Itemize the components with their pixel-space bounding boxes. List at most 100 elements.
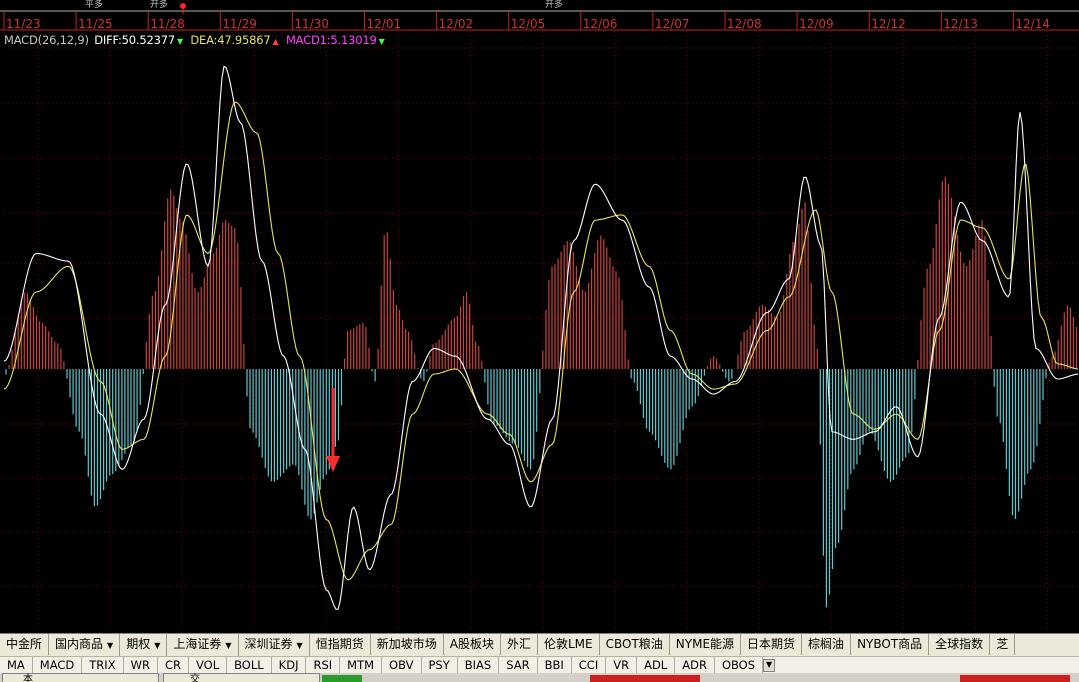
market-tab-16[interactable]: 芝 <box>990 634 1016 655</box>
date-label: 12/02 <box>439 17 474 31</box>
indicator-tab-macd[interactable]: MACD <box>33 657 83 673</box>
indicator-tab-rsi[interactable]: RSI <box>306 657 341 673</box>
date-label: 11/25 <box>78 17 113 31</box>
status-indicator-green <box>322 675 362 682</box>
dropdown-arrow-icon: ▼ <box>154 641 161 650</box>
date-label: 12/14 <box>1015 17 1050 31</box>
indicator-tab-cci[interactable]: CCI <box>572 657 607 673</box>
market-tab-5[interactable]: 恒指期货 <box>310 634 371 655</box>
date-label: 12/05 <box>511 17 546 31</box>
macd-chart-panel[interactable]: 11/23 11/25 11/28 11/29 11/30 12/01 12/02 12/05… <box>0 0 1079 633</box>
indicator-tab-vol[interactable]: VOL <box>189 657 228 673</box>
market-tab-label: NYBOT商品 <box>857 637 923 651</box>
legend-dea-value: DEA:47.95867 <box>190 33 271 47</box>
market-tab-13[interactable]: 棕榈油 <box>802 634 852 655</box>
market-tab-10[interactable]: CBOT粮油 <box>600 634 670 655</box>
market-tab-label: 恒指期货 <box>315 637 364 651</box>
date-label: 11/23 <box>6 17 41 31</box>
market-tab-12[interactable]: 日本期货 <box>741 634 803 655</box>
indicator-tab-sar[interactable]: SAR <box>499 657 538 673</box>
trade-annotation: 开多 <box>545 0 563 10</box>
legend-indicator-name: MACD(26,12,9) <box>4 33 89 47</box>
market-tab-label: 上海证券 <box>173 637 222 651</box>
market-tab-label: 中金所 <box>6 637 43 651</box>
market-tab-15[interactable]: 全球指数 <box>929 634 991 655</box>
indicator-tab-obv[interactable]: OBV <box>382 657 422 673</box>
date-label: 12/08 <box>727 17 762 31</box>
legend-macd-value: MACD1:5.13019 <box>285 33 377 47</box>
legend-macd: MACD1:5.13019 ▼ <box>286 33 387 47</box>
market-tab-label: CBOT粮油 <box>605 637 663 651</box>
trade-annotation: 平多 <box>85 0 103 10</box>
task-window-1-label: 本 <box>23 674 33 682</box>
status-indicator-red-1 <box>590 675 700 682</box>
date-label: 12/07 <box>655 17 690 31</box>
dropdown-arrow-icon: ▼ <box>296 641 303 650</box>
date-label: 11/29 <box>222 17 257 31</box>
market-tab-label: 外汇 <box>506 637 531 651</box>
indicator-tab-vr[interactable]: VR <box>606 657 638 673</box>
market-tab-label: 国内商品 <box>55 637 104 651</box>
date-label: 12/06 <box>583 17 618 31</box>
market-tab-4[interactable]: 深圳证券 ▼ <box>239 634 310 656</box>
market-tab-label: 日本期货 <box>747 637 796 651</box>
task-window-2[interactable]: 交 <box>163 673 320 682</box>
legend-diff: DIFF:50.52377 ▼ <box>94 33 185 47</box>
dropdown-arrow-icon: ▼ <box>107 641 114 650</box>
market-tab-9[interactable]: 伦敦LME <box>538 634 600 655</box>
indicator-tab-adr[interactable]: ADR <box>675 657 715 673</box>
indicator-tab-mtm[interactable]: MTM <box>340 657 383 673</box>
tab-scroll-down-icon[interactable]: ▼ <box>763 659 776 672</box>
macd-chart[interactable]: 11/23 11/25 11/28 11/29 11/30 12/01 12/02 12/05… <box>0 0 1079 633</box>
market-tab-7[interactable]: A股板块 <box>444 634 501 655</box>
macd-legend: MACD(26,12,9) DIFF:50.52377 ▼ DEA:47.9586… <box>4 33 389 47</box>
market-tab-label: NYME能源 <box>675 637 735 651</box>
indicator-tab-boll[interactable]: BOLL <box>227 657 272 673</box>
taskbar: 本 交 <box>0 673 1079 682</box>
task-window-1[interactable]: 本 <box>2 673 159 682</box>
date-label: 12/01 <box>367 17 402 31</box>
market-tab-label: 棕榈油 <box>808 637 845 651</box>
market-tab-label: A股板块 <box>449 637 494 651</box>
market-tab-8[interactable]: 外汇 <box>501 634 538 655</box>
date-label: 12/09 <box>799 17 834 31</box>
date-label: 12/13 <box>943 17 978 31</box>
market-tab-label: 期权 <box>126 637 151 651</box>
market-tab-label: 深圳证券 <box>244 637 293 651</box>
date-label: 11/28 <box>150 17 185 31</box>
indicator-tab-wr[interactable]: WR <box>124 657 158 673</box>
indicator-tab-cr[interactable]: CR <box>158 657 189 673</box>
market-tab-label: 伦敦LME <box>543 637 593 651</box>
market-tab-bar: 中金所 国内商品 ▼ 期权 ▼ 上海证券 ▼ 深圳证券 ▼ 恒指期货 新加坡市场 A股板块 外汇 伦敦LM… <box>0 633 1079 657</box>
legend-dea-arrow-icon: ▲ <box>272 37 279 46</box>
indicator-tab-bbi[interactable]: BBI <box>538 657 572 673</box>
indicator-tab-obos[interactable]: OBOS <box>715 657 764 673</box>
status-indicator-red-2 <box>960 675 1070 682</box>
indicator-tab-trix[interactable]: TRIX <box>82 657 124 673</box>
market-tab-2[interactable]: 期权 ▼ <box>120 634 168 656</box>
market-tab-label: 芝 <box>996 637 1009 651</box>
indicator-tab-kdj[interactable]: KDJ <box>272 657 307 673</box>
market-tab-0[interactable]: 中金所 <box>0 634 50 655</box>
market-tab-14[interactable]: NYBOT商品 <box>851 634 930 655</box>
date-label: 11/30 <box>294 17 329 31</box>
legend-dea: DEA:47.95867 ▲ <box>190 33 280 47</box>
market-tab-3[interactable]: 上海证券 ▼ <box>167 634 239 656</box>
trade-annotation: 开多 <box>150 0 168 10</box>
market-tab-6[interactable]: 新加坡市场 <box>371 634 444 655</box>
legend-diff-arrow-icon: ▼ <box>176 37 183 46</box>
indicator-tab-adl[interactable]: ADL <box>637 657 676 673</box>
indicator-tab-ma[interactable]: MA <box>0 657 33 673</box>
market-tab-11[interactable]: NYME能源 <box>670 634 742 655</box>
task-window-2-label: 交 <box>190 674 200 682</box>
indicator-tab-bar: MA MACD TRIX WR CR VOL BOLL KDJ RSI MTM OBV PSY BIAS… <box>0 656 1079 674</box>
market-tab-label: 新加坡市场 <box>376 637 437 651</box>
legend-macd-arrow-icon: ▼ <box>378 37 385 46</box>
legend-diff-value: DIFF:50.52377 <box>94 33 175 47</box>
indicator-tab-bias[interactable]: BIAS <box>458 657 500 673</box>
indicator-tab-psy[interactable]: PSY <box>422 657 458 673</box>
market-tab-1[interactable]: 国内商品 ▼ <box>49 634 121 656</box>
dropdown-arrow-icon: ▼ <box>225 641 232 650</box>
date-label: 12/12 <box>871 17 906 31</box>
market-tab-label: 全球指数 <box>935 637 984 651</box>
